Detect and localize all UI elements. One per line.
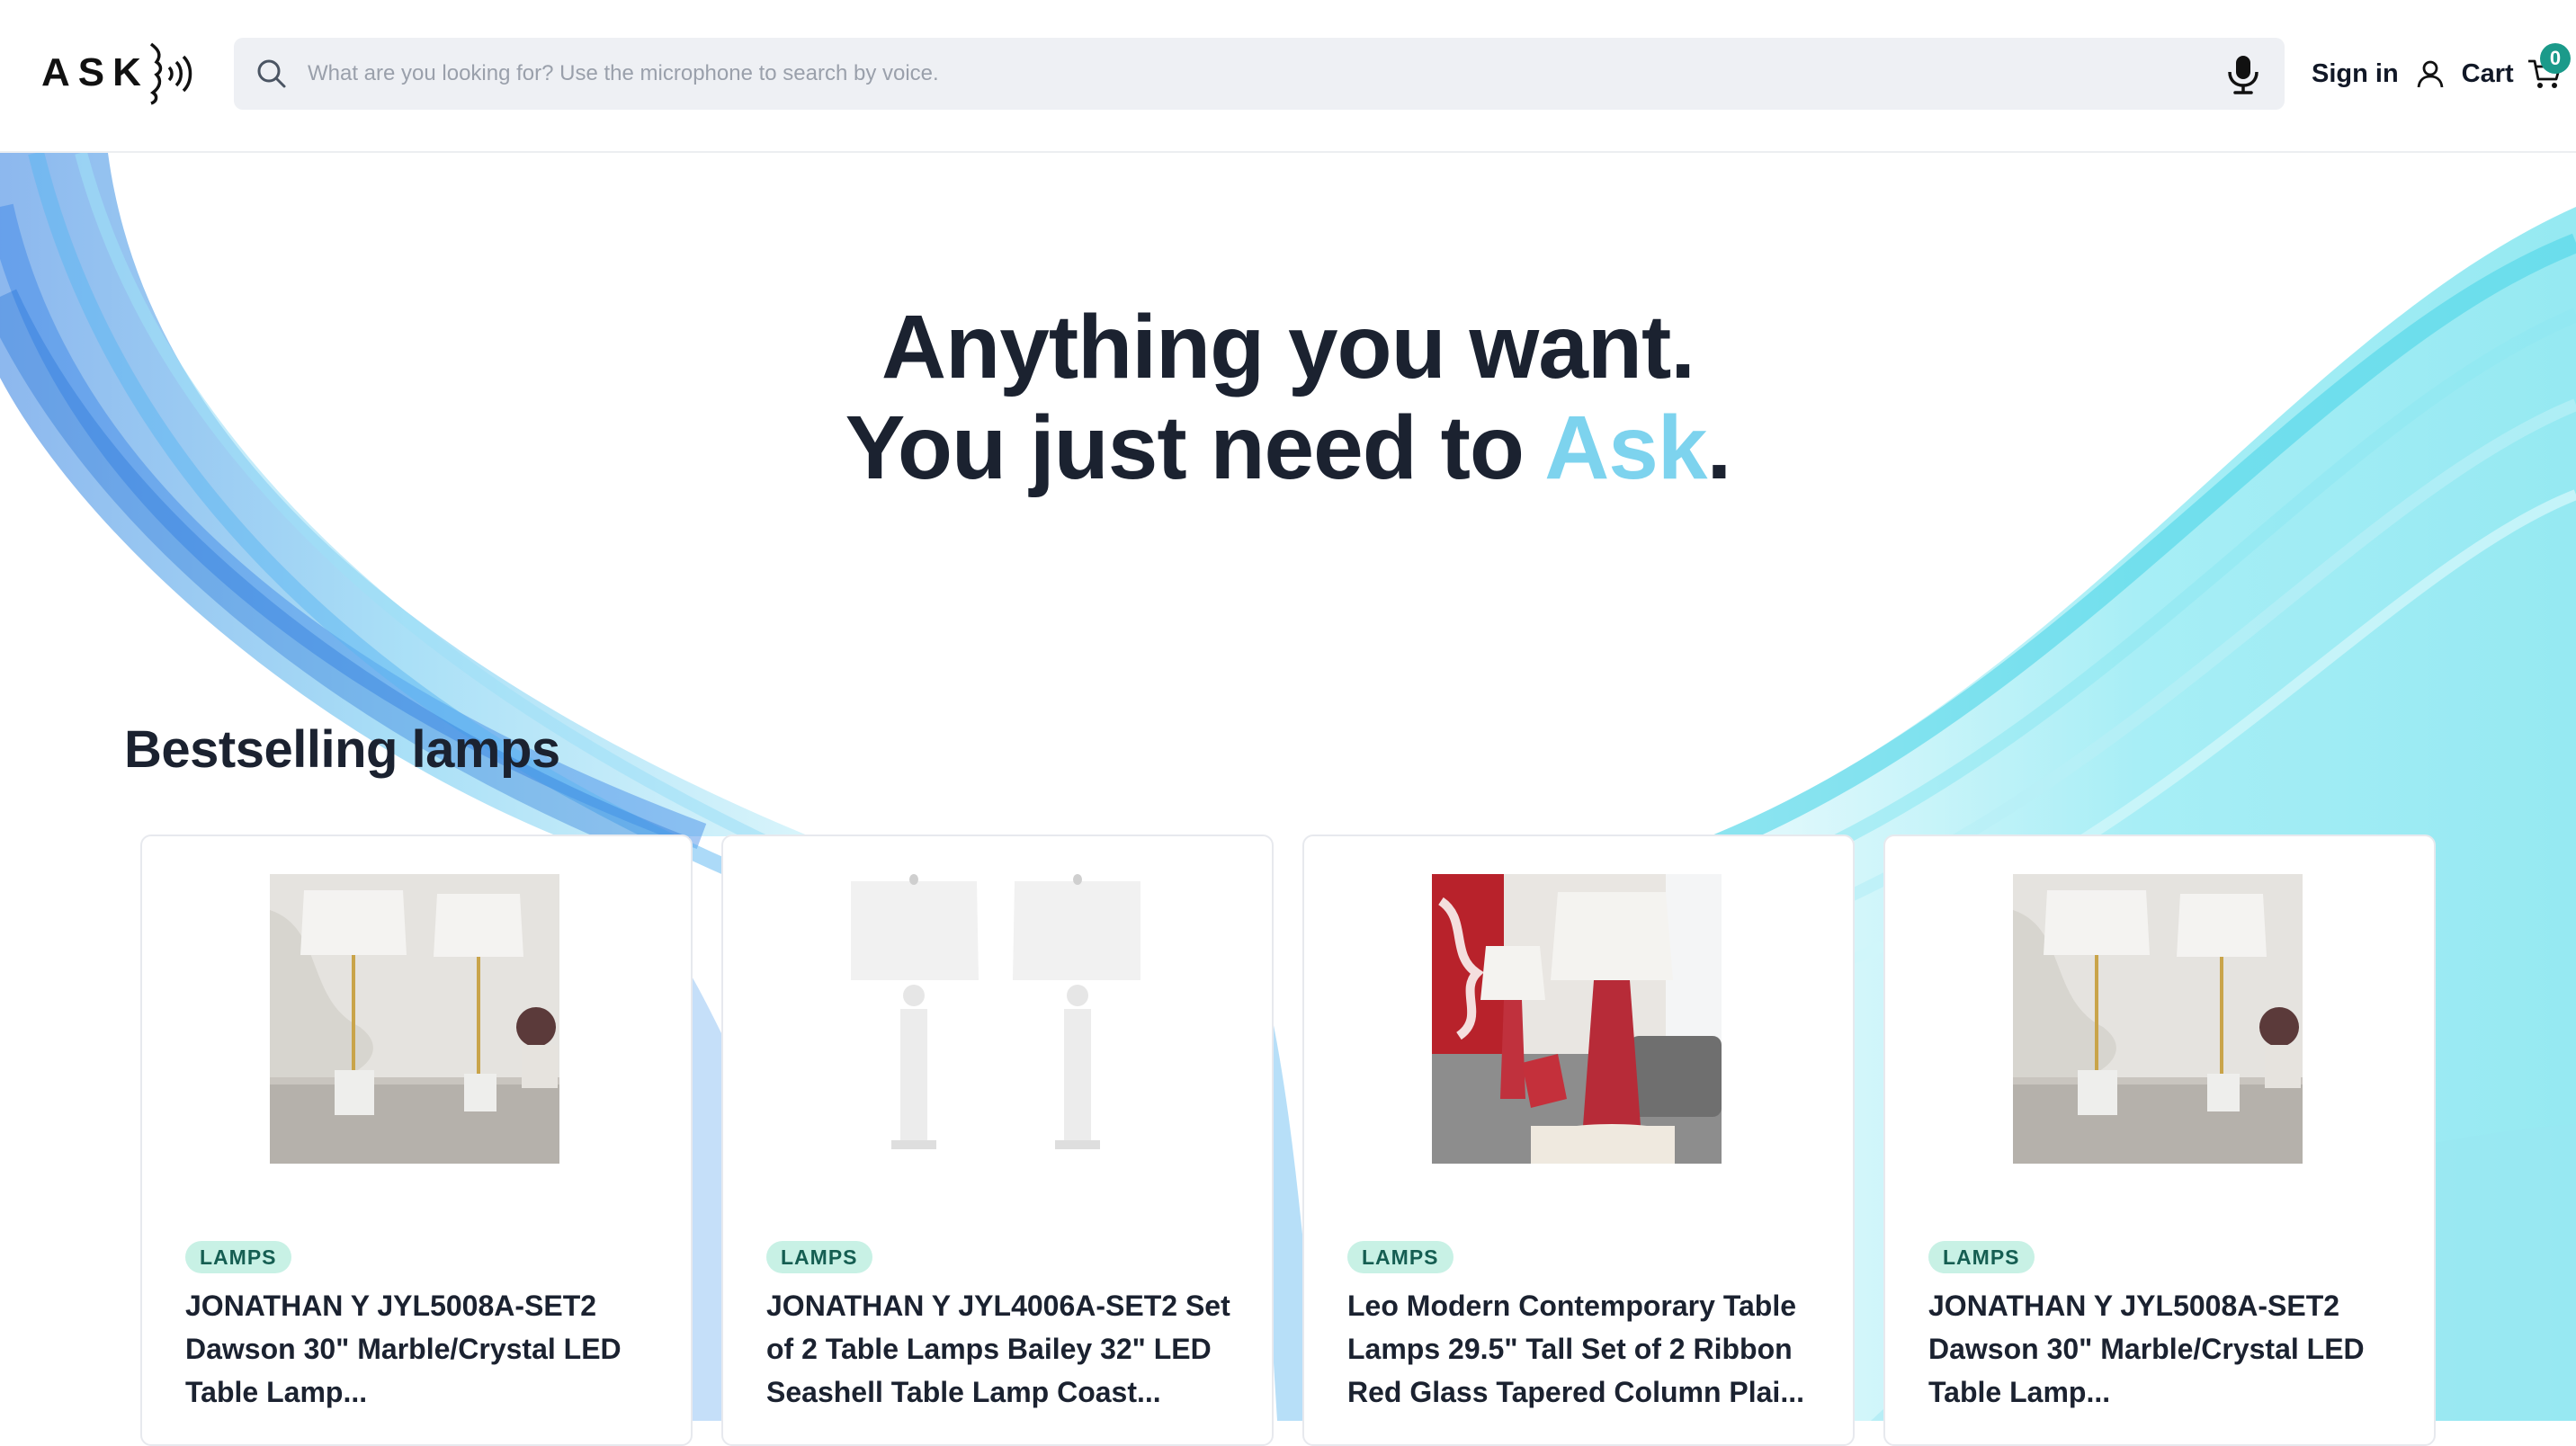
product-image[interactable] [851,874,1140,1164]
search-bar [234,38,2285,110]
product-image[interactable] [2013,874,2303,1164]
logo-text: ASK [41,50,149,94]
top-navbar: ASK Sign in Cart [0,0,2576,153]
product-image[interactable] [270,874,559,1164]
microphone-icon[interactable] [2223,54,2263,95]
search-input[interactable] [308,38,2196,110]
site-logo[interactable]: ASK [41,36,196,110]
hero-line-2: You just need to Ask. [0,397,2576,498]
product-card[interactable]: LAMPS JONATHAN Y JYL5008A-SET2 Dawson 30… [140,835,693,1446]
user-icon[interactable] [2415,58,2446,89]
hero-ask-highlight: Ask [1544,397,1707,498]
product-title[interactable]: JONATHAN Y JYL5008A-SET2 Dawson 30" Marb… [185,1284,671,1414]
product-title[interactable]: Leo Modern Contemporary Table Lamps 29.5… [1347,1284,1833,1414]
hero-line-2-prefix: You just need to [845,397,1545,498]
product-image[interactable] [1432,874,1722,1164]
product-card[interactable]: LAMPS Leo Modern Contemporary Table Lamp… [1302,835,1855,1446]
category-badge: LAMPS [1347,1241,1453,1273]
product-title[interactable]: JONATHAN Y JYL5008A-SET2 Dawson 30" Marb… [1928,1284,2414,1414]
cart-link[interactable]: Cart [2462,59,2514,89]
cart-count-badge: 0 [2540,43,2571,74]
product-card[interactable]: LAMPS JONATHAN Y JYL4006A-SET2 Set of 2 … [721,835,1274,1446]
hero-line-1: Anything you want. [881,297,1695,397]
sound-waves-icon [149,42,192,105]
account-nav: Sign in Cart [2312,38,2563,110]
section-title: Bestselling lamps [124,720,560,779]
product-card[interactable]: LAMPS JONATHAN Y JYL5008A-SET2 Dawson 30… [1883,835,2436,1446]
category-badge: LAMPS [1928,1241,2035,1273]
category-badge: LAMPS [185,1241,291,1273]
product-grid: LAMPS JONATHAN Y JYL5008A-SET2 Dawson 30… [140,835,2436,1446]
search-icon[interactable] [254,56,290,92]
product-title[interactable]: JONATHAN Y JYL4006A-SET2 Set of 2 Table … [766,1284,1252,1414]
hero-heading: Anything you want. You just need to Ask. [0,297,2576,498]
hero-line-2-suffix: . [1706,397,1732,498]
category-badge: LAMPS [766,1241,872,1273]
sign-in-link[interactable]: Sign in [2312,59,2399,89]
